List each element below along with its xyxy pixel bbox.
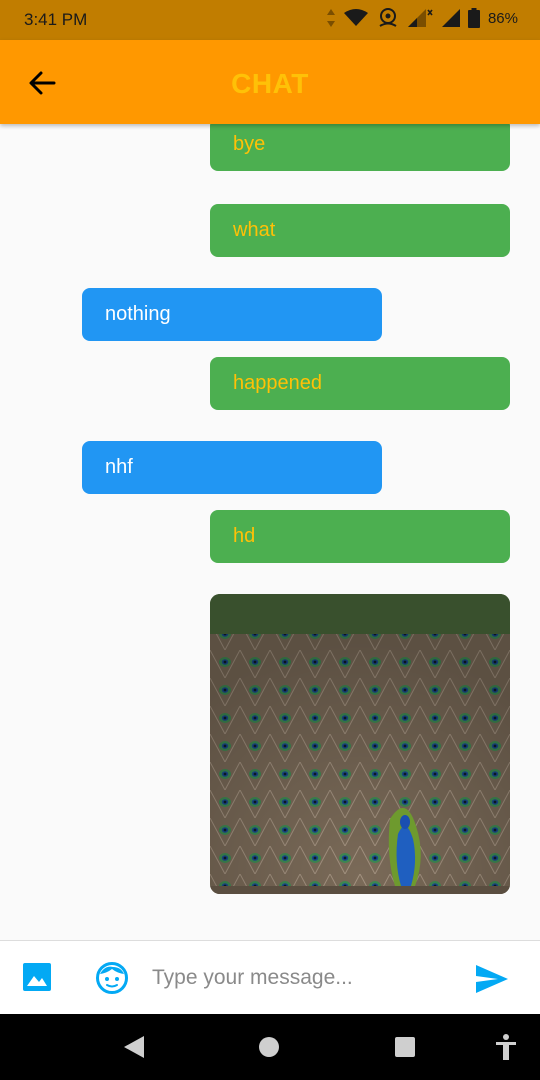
wifi-icon bbox=[343, 9, 368, 26]
battery-percent: 86% bbox=[487, 9, 518, 27]
signal-icon bbox=[441, 9, 460, 27]
status-icons: 86% bbox=[326, 8, 518, 28]
message-text: hd bbox=[233, 525, 256, 547]
message-bubble-sent[interactable]: what bbox=[210, 204, 510, 257]
message-composer bbox=[0, 940, 540, 1015]
app-bar: CHAT bbox=[0, 40, 540, 124]
message-text: happened bbox=[233, 372, 322, 394]
system-nav-bar bbox=[0, 1014, 540, 1080]
message-text: nhf bbox=[105, 456, 133, 478]
message-text: bye bbox=[233, 133, 266, 155]
image-message[interactable] bbox=[210, 594, 510, 894]
message-list[interactable]: bye what nothing happened nhf hd bbox=[0, 124, 540, 940]
page-title: CHAT bbox=[231, 68, 309, 99]
send-icon[interactable] bbox=[474, 963, 510, 995]
status-time: 3:41 PM bbox=[24, 10, 88, 29]
nav-recents-icon[interactable] bbox=[394, 1036, 416, 1058]
message-input[interactable] bbox=[150, 959, 454, 997]
nav-back-icon[interactable] bbox=[122, 1034, 146, 1060]
message-text: what bbox=[233, 219, 276, 241]
peacock-image bbox=[210, 594, 510, 894]
message-bubble-received[interactable]: nhf bbox=[82, 441, 382, 494]
data-activity-icon bbox=[326, 9, 335, 27]
hotspot-icon bbox=[379, 8, 397, 27]
message-bubble-sent[interactable]: hd bbox=[210, 510, 510, 563]
image-icon[interactable] bbox=[22, 962, 52, 992]
nav-home-icon[interactable] bbox=[258, 1036, 280, 1058]
signal-weak-icon bbox=[407, 9, 433, 27]
message-text: nothing bbox=[105, 303, 171, 325]
accessibility-icon[interactable] bbox=[494, 1033, 518, 1061]
message-bubble-sent[interactable]: bye bbox=[210, 124, 510, 171]
message-bubble-sent[interactable]: happened bbox=[210, 357, 510, 410]
message-bubble-received[interactable]: nothing bbox=[82, 288, 382, 341]
battery-icon bbox=[467, 8, 480, 28]
status-bar: 3:41 PM 86% bbox=[0, 0, 540, 40]
face-icon[interactable] bbox=[95, 961, 129, 995]
